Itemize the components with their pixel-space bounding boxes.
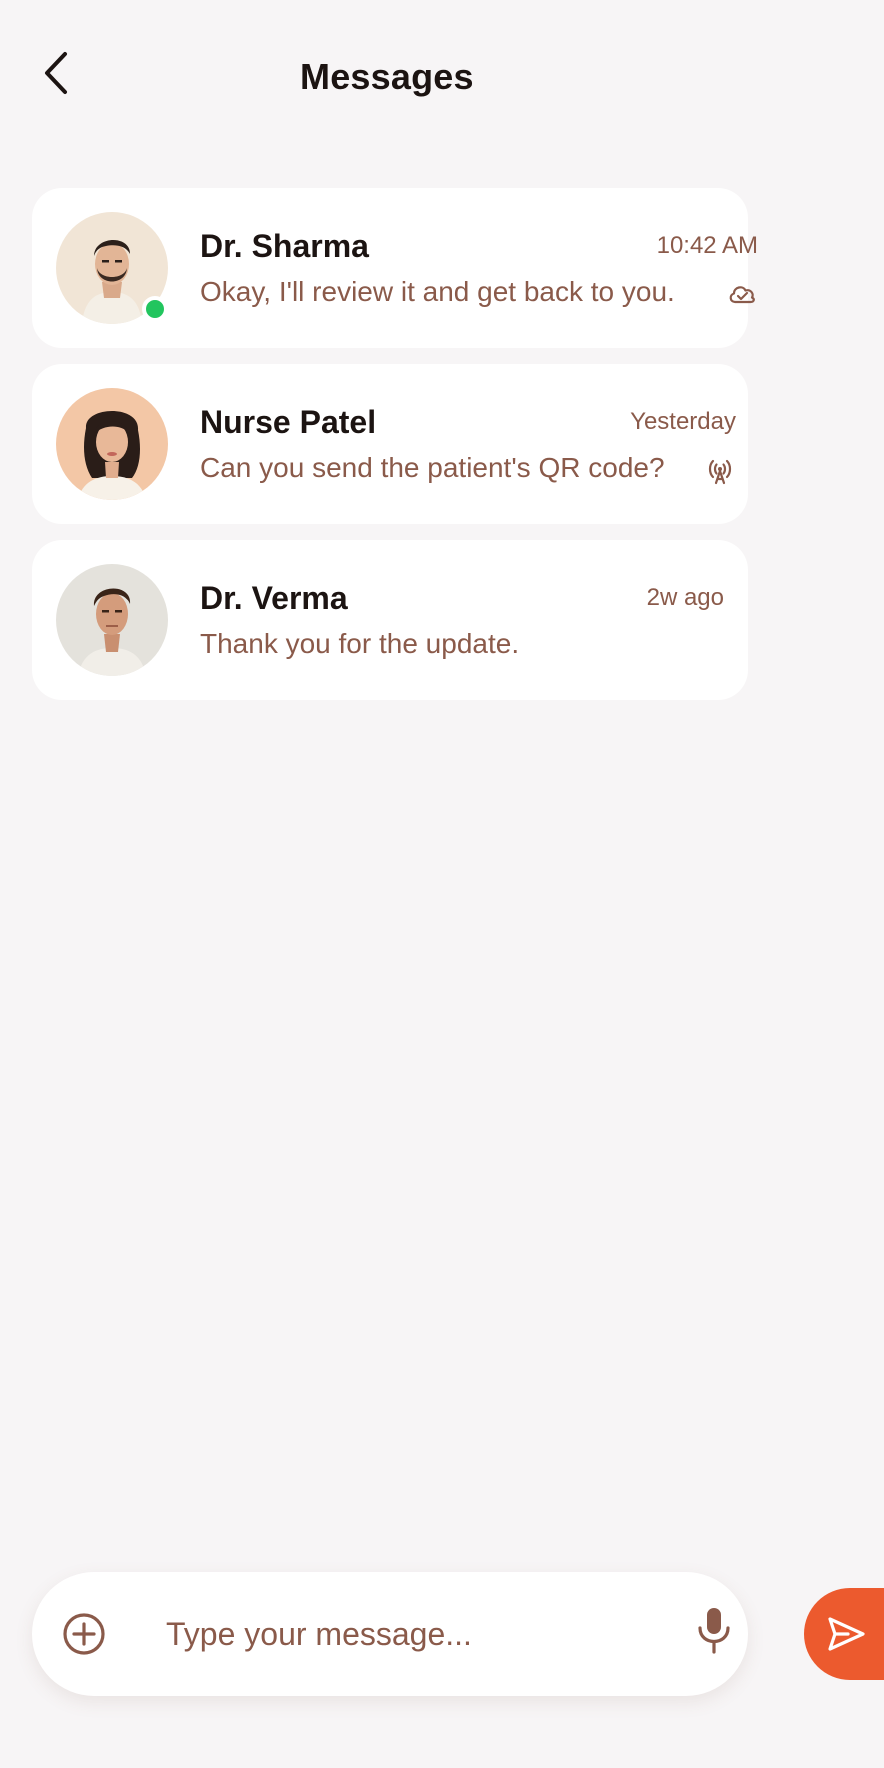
message-time: 2w ago (646, 584, 724, 611)
online-status-dot (142, 296, 168, 322)
message-composer (32, 1572, 748, 1696)
chat-item-dr-verma[interactable]: Dr. Verma 2w ago Thank you for the updat… (32, 540, 748, 700)
chat-item-nurse-patel[interactable]: Nurse Patel Yesterday Can you send the p… (32, 364, 748, 524)
chat-item-dr-sharma[interactable]: Dr. Sharma 10:42 AM Okay, I'll review it… (32, 188, 758, 348)
message-time: 10:42 AM (656, 232, 758, 259)
microphone-icon (698, 1608, 730, 1654)
chevron-left-icon (45, 52, 67, 94)
message-input[interactable] (166, 1602, 616, 1666)
message-preview: Okay, I'll review it and get back to you… (200, 276, 675, 307)
plus-circle-icon (63, 1613, 105, 1655)
contact-name: Dr. Sharma (200, 228, 369, 264)
message-preview: Can you send the patient's QR code? (200, 452, 665, 483)
messages-screen: Messages Dr. Sharma 10:42 AM Okay, I'll … (0, 0, 884, 1768)
contact-name: Nurse Patel (200, 404, 377, 440)
back-button[interactable] (36, 48, 76, 98)
contact-name: Dr. Verma (200, 580, 348, 616)
cloud-check-icon (729, 286, 755, 304)
attach-button[interactable] (62, 1612, 106, 1656)
broadcast-icon (708, 459, 732, 485)
avatar (56, 564, 168, 676)
page-title: Messages (300, 56, 474, 97)
send-button[interactable] (804, 1588, 884, 1680)
avatar (56, 388, 168, 500)
microphone-button[interactable] (692, 1604, 736, 1656)
message-time: Yesterday (630, 408, 736, 435)
message-preview: Thank you for the update. (200, 628, 520, 659)
send-icon (828, 1617, 865, 1651)
